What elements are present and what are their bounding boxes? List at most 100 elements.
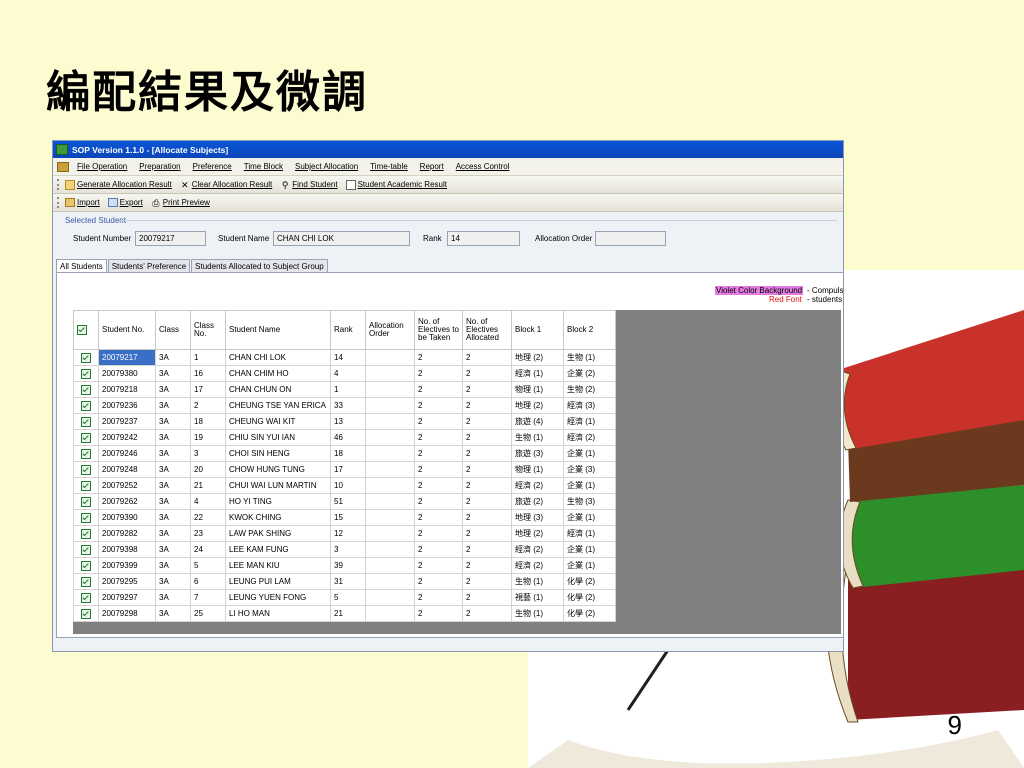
cell-block-1[interactable]: 旅遊 (2) [511,493,564,510]
cell-block-2[interactable]: 化學 (2) [563,605,616,622]
cell-electives-taken[interactable]: 2 [414,349,463,366]
cell-block-1[interactable]: 經濟 (2) [511,557,564,574]
cell-electives-allocated[interactable]: 2 [462,589,512,606]
cell-electives-allocated[interactable]: 2 [462,477,512,494]
cell-class[interactable]: 3A [155,349,191,366]
cell-block-1[interactable]: 地理 (3) [511,509,564,526]
cell-student-no[interactable]: 20079246 [98,445,156,462]
cell-electives-allocated[interactable]: 2 [462,397,512,414]
table-row[interactable]: 20079297 3A 7 LEUNG YUEN FONG 5 2 2 視藝 (1) 化學 (2… [73,589,616,606]
cell-block-2[interactable]: 企業 (1) [563,477,616,494]
cell-electives-taken[interactable]: 2 [414,525,463,542]
col-block-2[interactable]: Block 2 [563,310,616,350]
cell-block-1[interactable]: 生物 (1) [511,429,564,446]
table-row[interactable]: 20079246 3A 3 CHOI SIN HENG 18 2 2 旅遊 (3) 企業 (1) [73,445,616,462]
cell-rank[interactable]: 18 [330,445,366,462]
rank-field[interactable]: 14 [447,231,520,246]
cell-block-2[interactable]: 生物 (1) [563,349,616,366]
row-checkbox-cell[interactable] [73,349,99,366]
cell-class-no[interactable]: 6 [190,573,226,590]
cell-rank[interactable]: 15 [330,509,366,526]
cell-class[interactable]: 3A [155,413,191,430]
cell-electives-allocated[interactable]: 2 [462,365,512,382]
cell-electives-taken[interactable]: 2 [414,413,463,430]
cell-allocation-order[interactable] [365,541,415,558]
menu-subject-allocation[interactable]: Subject Allocation [295,162,358,171]
cell-rank[interactable]: 1 [330,381,366,398]
row-checkbox-cell[interactable] [73,573,99,590]
cell-student-no[interactable]: 20079237 [98,413,156,430]
cell-student-no[interactable]: 20079217 [98,349,156,366]
cell-student-no[interactable]: 20079398 [98,541,156,558]
cell-allocation-order[interactable] [365,557,415,574]
menu-file-operation[interactable]: File Operation [77,162,127,171]
cell-allocation-order[interactable] [365,429,415,446]
table-row[interactable]: 20079248 3A 20 CHOW HUNG TUNG 17 2 2 物理 (1) 企業 (… [73,461,616,478]
cell-allocation-order[interactable] [365,461,415,478]
col-electives-allocated[interactable]: No. of Electives Allocated [462,310,512,350]
export-button[interactable]: Export [107,198,143,207]
col-student-no[interactable]: Student No. [98,310,156,350]
toolbar-grip[interactable] [57,197,61,208]
cell-block-2[interactable]: 企業 (1) [563,541,616,558]
cell-rank[interactable]: 51 [330,493,366,510]
row-checkbox-cell[interactable] [73,541,99,558]
cell-block-1[interactable]: 旅遊 (3) [511,445,564,462]
cell-student-no[interactable]: 20079399 [98,557,156,574]
cell-electives-taken[interactable]: 2 [414,589,463,606]
cell-student-name[interactable]: HO YI TING [225,493,331,510]
cell-block-2[interactable]: 生物 (2) [563,381,616,398]
table-row[interactable]: 20079390 3A 22 KWOK CHING 15 2 2 地理 (3) 企業 (1) [73,509,616,526]
checkbox-icon[interactable] [77,325,87,335]
cell-rank[interactable]: 12 [330,525,366,542]
cell-block-1[interactable]: 物理 (1) [511,461,564,478]
cell-class-no[interactable]: 21 [190,477,226,494]
cell-student-no[interactable]: 20079218 [98,381,156,398]
select-all-checkbox-cell[interactable] [73,310,99,350]
table-row[interactable]: 20079236 3A 2 CHEUNG TSE YAN ERICA 33 2 2 地理 (2… [73,397,616,414]
row-checkbox-cell[interactable] [73,445,99,462]
cell-block-2[interactable]: 化學 (2) [563,589,616,606]
cell-electives-allocated[interactable]: 2 [462,573,512,590]
allocation-order-field[interactable] [595,231,666,246]
row-checkbox-cell[interactable] [73,413,99,430]
cell-class-no[interactable]: 25 [190,605,226,622]
cell-class-no[interactable]: 18 [190,413,226,430]
cell-class[interactable]: 3A [155,493,191,510]
menu-time-block[interactable]: Time Block [244,162,283,171]
cell-class-no[interactable]: 23 [190,525,226,542]
print-preview-button[interactable]: ⎙ Print Preview [151,198,210,208]
cell-class-no[interactable]: 22 [190,509,226,526]
cell-electives-taken[interactable]: 2 [414,445,463,462]
cell-class[interactable]: 3A [155,509,191,526]
checkbox-icon[interactable] [81,496,91,507]
cell-electives-allocated[interactable]: 2 [462,461,512,478]
cell-student-name[interactable]: LEUNG PUI LAM [225,573,331,590]
cell-electives-allocated[interactable]: 2 [462,557,512,574]
menu-preparation[interactable]: Preparation [139,162,180,171]
toolbar-grip[interactable] [57,179,61,190]
cell-student-no[interactable]: 20079295 [98,573,156,590]
cell-rank[interactable]: 31 [330,573,366,590]
cell-allocation-order[interactable] [365,509,415,526]
cell-block-1[interactable]: 經濟 (2) [511,477,564,494]
cell-electives-allocated[interactable]: 2 [462,509,512,526]
table-row[interactable]: 20079252 3A 21 CHUI WAI LUN MARTIN 10 2 2 經濟 (2… [73,477,616,494]
cell-electives-taken[interactable]: 2 [414,477,463,494]
tab-students-preference[interactable]: Students' Preference [107,259,191,273]
cell-class[interactable]: 3A [155,589,191,606]
table-row[interactable]: 20079217 3A 1 CHAN CHI LOK 14 2 2 地理 (2) 生物 (1) [73,349,616,366]
table-row[interactable]: 20079398 3A 24 LEE KAM FUNG 3 2 2 經濟 (2) 企業 (1) [73,541,616,558]
row-checkbox-cell[interactable] [73,509,99,526]
cell-class[interactable]: 3A [155,381,191,398]
cell-block-1[interactable]: 地理 (2) [511,525,564,542]
cell-student-name[interactable]: CHOI SIN HENG [225,445,331,462]
cell-student-no[interactable]: 20079282 [98,525,156,542]
cell-student-no[interactable]: 20079262 [98,493,156,510]
clear-allocation-button[interactable]: ✕ Clear Allocation Result [180,180,272,190]
cell-block-1[interactable]: 物理 (1) [511,381,564,398]
cell-block-1[interactable]: 經濟 (1) [511,365,564,382]
checkbox-icon[interactable] [81,544,91,555]
cell-allocation-order[interactable] [365,413,415,430]
generate-allocation-button[interactable]: Generate Allocation Result [65,179,172,190]
